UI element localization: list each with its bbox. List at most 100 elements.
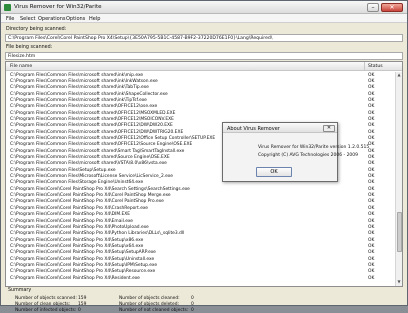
close-button[interactable]: ✕	[381, 3, 403, 12]
directory-field: C:\Program Files\Corel\Corel PaintShop P…	[5, 34, 403, 42]
row-file-path: C:\Program Files\Common Files\microsoft …	[10, 142, 193, 148]
menu-file[interactable]: File	[6, 16, 14, 22]
dialog-close-button[interactable]: ✕	[323, 124, 335, 132]
row-file-path: C:\Program Files\Common Files\microsoft …	[10, 123, 173, 129]
table-row[interactable]: C:\Program Files\Corel\Corel PaintShop P…	[6, 275, 395, 281]
menu-operations[interactable]: Operations	[38, 16, 66, 22]
column-status[interactable]: Status	[368, 64, 383, 69]
dialog-title: About Virus Remover	[227, 125, 280, 132]
row-file-path: C:\Program Files\Common Files\microsoft …	[10, 117, 174, 122]
row-file-path: C:\Program Files\Common Files\Microsoft\…	[10, 174, 173, 180]
row-file-path: C:\Program Files\Common Files\microsoft …	[10, 72, 144, 78]
scanned-value: 159	[78, 296, 87, 301]
infected-value: 0	[78, 308, 81, 313]
file-label: File being scanned:	[6, 45, 53, 50]
row-status: OK	[368, 174, 375, 180]
row-status: OK	[368, 78, 375, 84]
scroll-thumb[interactable]	[397, 212, 402, 252]
row-file-path: C:\Program Files\Corel\Corel PaintShop P…	[10, 250, 156, 256]
row-status: OK	[368, 250, 375, 256]
row-file-path: C:\Program Files\Corel\Corel PaintShop P…	[10, 237, 144, 243]
row-file-path: C:\Program Files\Common Files\microsoft …	[10, 91, 168, 97]
scroll-up-icon[interactable]: ▲	[396, 72, 402, 78]
deleted-label: Number of objects deleted:	[119, 302, 179, 307]
row-status: OK	[368, 205, 375, 211]
row-status: OK	[368, 110, 375, 116]
row-status: OK	[368, 218, 375, 224]
row-file-path: C:\Program Files\Corel\Corel PaintShop P…	[10, 212, 131, 218]
row-status: OK	[368, 275, 375, 281]
row-file-path: C:\Program Files\Common Files\microsoft …	[10, 78, 158, 84]
menu-help[interactable]: Help	[89, 16, 100, 22]
row-file-path: C:\Program Files\Common Files\microsoft …	[10, 136, 216, 142]
row-file-path: C:\Program Files\Common Files\microsoft …	[10, 161, 167, 167]
row-file-path: C:\Program Files\Common Files\microsoft …	[10, 104, 158, 110]
minimize-button[interactable]: –	[367, 3, 379, 12]
column-divider[interactable]	[364, 62, 365, 71]
row-status: OK	[368, 167, 375, 173]
dialog-title-bar[interactable]: About Virus Remover ✕	[223, 123, 337, 133]
about-dialog: About Virus Remover ✕ Virus Remover for …	[222, 122, 369, 182]
cleaned-label: Number of objects cleaned:	[119, 296, 180, 301]
row-file-path: C:\Program Files\Common Files\microsoft …	[10, 129, 184, 135]
row-status: OK	[368, 129, 375, 135]
not-cleaned-value: 0	[191, 308, 194, 313]
app-icon	[4, 4, 11, 11]
row-status: OK	[368, 97, 375, 103]
row-file-path: C:\Program Files\Corel\Corel PaintShop P…	[10, 186, 190, 192]
infected-label: Number of infected objects:	[15, 308, 77, 313]
row-file-path: C:\Program Files\Corel\Corel PaintShop P…	[10, 193, 171, 199]
column-file-name[interactable]: File name	[10, 64, 32, 69]
row-status: OK	[368, 85, 375, 91]
row-status: OK	[368, 123, 375, 129]
row-status: OK	[368, 199, 375, 205]
summary-panel: Summary Number of objects scanned: 159 N…	[5, 288, 403, 313]
vertical-scrollbar[interactable]: ▲ ▼	[395, 72, 402, 286]
row-file-path: C:\Program Files\Corel\Corel PaintShop P…	[10, 256, 155, 262]
menu-bar: File Select Operations Options Help	[1, 14, 407, 23]
row-status: OK	[368, 117, 375, 122]
row-file-path: C:\Program Files\Corel\Corel PaintShop P…	[10, 243, 144, 249]
dialog-version-text: Virus Remover for Win32/Parite version 1…	[258, 145, 370, 150]
row-file-path: C:\Program Files\Corel\Corel PaintShop P…	[10, 224, 149, 230]
menu-options[interactable]: Options	[66, 16, 85, 22]
row-status: OK	[368, 104, 375, 110]
row-file-path: C:\Program Files\Common Files\Setup\Setu…	[10, 167, 116, 173]
cleaned-value: 0	[191, 296, 194, 301]
row-file-path: C:\Program Files\Common Files\microsoft …	[10, 110, 176, 116]
row-file-path: C:\Program Files\Corel\Corel PaintShop P…	[10, 231, 185, 237]
row-status: OK	[368, 262, 375, 268]
row-status: OK	[368, 161, 375, 167]
scroll-down-icon[interactable]: ▼	[396, 279, 402, 285]
row-status: OK	[368, 224, 375, 230]
row-file-path: C:\Program Files\Common Files\microsoft …	[10, 85, 149, 91]
menu-select[interactable]: Select	[20, 16, 35, 22]
row-file-path: C:\Program Files\Common Files\microsoft …	[10, 155, 170, 161]
summary-title: Summary	[8, 288, 32, 293]
main-window: Virus Remover for Win32/Parite – ✕ File …	[0, 0, 408, 313]
row-file-path: C:\Program Files\Common Files\Storage En…	[10, 180, 144, 186]
row-file-path: C:\Program Files\Corel\Corel PaintShop P…	[10, 205, 149, 211]
row-file-path: C:\Program Files\Corel\Corel PaintShop P…	[10, 269, 156, 275]
not-cleaned-label: Number of not cleaned objects:	[119, 308, 189, 313]
row-file-path: C:\Program Files\Corel\Corel PaintShop P…	[10, 275, 140, 281]
dialog-copyright-text: Copyright (C) AVG Technologies 2006 - 20…	[258, 153, 359, 158]
ok-button[interactable]: OK	[256, 167, 292, 177]
file-field: Filesize.htm	[5, 52, 403, 60]
title-bar[interactable]: Virus Remover for Win32/Parite – ✕	[1, 1, 407, 14]
row-file-path: C:\Program Files\Common Files\microsoft …	[10, 148, 185, 154]
row-status: OK	[368, 256, 375, 262]
row-file-path: C:\Program Files\Corel\Corel PaintShop P…	[10, 218, 134, 224]
row-status: OK	[368, 231, 375, 237]
row-status: OK	[368, 243, 375, 249]
row-status: OK	[368, 180, 375, 186]
row-status: OK	[368, 269, 375, 275]
row-file-path: C:\Program Files\Corel\Corel PaintShop P…	[10, 262, 158, 268]
row-status: OK	[368, 136, 375, 142]
row-status: OK	[368, 193, 375, 199]
window-title: Virus Remover for Win32/Parite	[14, 4, 102, 10]
row-file-path: C:\Program Files\Corel\Corel PaintShop P…	[10, 199, 164, 205]
scanned-files-list[interactable]: File name Status C:\Program Files\Common…	[5, 61, 403, 287]
row-status: OK	[368, 72, 375, 78]
row-status: OK	[368, 212, 375, 218]
